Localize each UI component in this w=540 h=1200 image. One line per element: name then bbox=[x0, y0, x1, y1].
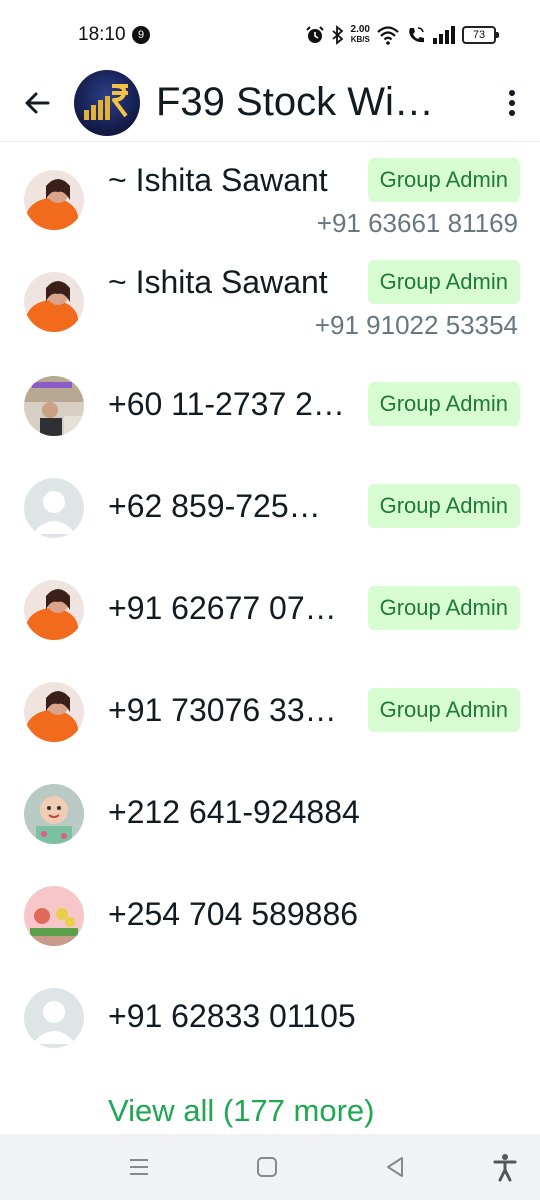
network-speed-unit: KB/S bbox=[350, 35, 370, 44]
participant-avatar[interactable] bbox=[24, 988, 84, 1048]
participant-phone: +91 91022 53354 bbox=[314, 310, 518, 340]
photo-woman-orange-avatar bbox=[24, 682, 84, 742]
participant-avatar[interactable] bbox=[24, 170, 84, 230]
battery-indicator: 73 bbox=[462, 26, 499, 44]
more-options-icon[interactable] bbox=[502, 86, 522, 120]
participant-name: +212 641-924884 bbox=[108, 794, 360, 830]
group-title[interactable]: F39 Stock Wi… bbox=[156, 80, 466, 125]
rupee-chart-icon bbox=[84, 84, 128, 120]
group-admin-badge: Group Admin bbox=[367, 688, 520, 732]
signal-icon bbox=[433, 26, 455, 44]
participant-row[interactable]: ~ Ishita Sawant Group Admin +91 91022 53… bbox=[0, 244, 540, 346]
participant-name: +91 73076 33… bbox=[108, 692, 337, 728]
photo-woman-orange-avatar bbox=[24, 272, 84, 332]
participant-list: ~ Ishita Sawant Group Admin +91 63661 81… bbox=[0, 142, 540, 1060]
status-bar: 18:10 9 2.00 KB/S 73 bbox=[0, 0, 540, 70]
participant-name: +62 859-725… bbox=[108, 488, 321, 524]
recent-apps-icon[interactable] bbox=[124, 1152, 154, 1182]
participant-avatar[interactable] bbox=[24, 272, 84, 332]
group-admin-badge: Group Admin bbox=[367, 158, 520, 202]
participant-row[interactable]: ~ Ishita Sawant Group Admin +91 63661 81… bbox=[0, 142, 540, 244]
photo-woman-orange-avatar bbox=[24, 580, 84, 640]
participant-avatar[interactable] bbox=[24, 682, 84, 742]
participant-avatar[interactable] bbox=[24, 580, 84, 640]
photo-flowers-avatar bbox=[24, 886, 84, 946]
network-speed-value: 2.00 bbox=[350, 24, 370, 35]
app-bar: F39 Stock Wi… bbox=[0, 66, 540, 142]
wifi-calling-icon bbox=[409, 27, 424, 43]
participant-avatar[interactable] bbox=[24, 376, 84, 436]
status-icons: 2.00 KB/S 73 bbox=[305, 23, 499, 47]
participant-avatar[interactable] bbox=[24, 478, 84, 538]
status-time: 18:10 bbox=[78, 24, 126, 45]
back-arrow-icon[interactable] bbox=[20, 86, 54, 120]
participant-name: ~ Ishita Sawant bbox=[108, 264, 328, 300]
participant-row[interactable]: +91 73076 33… Group Admin bbox=[0, 652, 540, 754]
group-admin-badge: Group Admin bbox=[367, 586, 520, 630]
system-nav-bar bbox=[0, 1134, 540, 1200]
participant-avatar[interactable] bbox=[24, 784, 84, 844]
view-all-link[interactable]: View all (177 more) bbox=[108, 1093, 374, 1129]
participant-name: +91 62833 01105 bbox=[108, 998, 356, 1034]
wifi-icon bbox=[377, 26, 399, 45]
participant-row[interactable]: +62 859-725… Group Admin bbox=[0, 448, 540, 550]
participant-name: +60 11-2737 2… bbox=[108, 386, 345, 422]
participant-row[interactable]: +91 62833 01105 bbox=[0, 958, 540, 1060]
alarm-icon bbox=[305, 26, 324, 43]
back-nav-icon[interactable] bbox=[380, 1152, 410, 1182]
participant-avatar[interactable] bbox=[24, 886, 84, 946]
default-person-icon bbox=[24, 988, 84, 1048]
participant-name: ~ Ishita Sawant bbox=[108, 162, 328, 198]
group-admin-badge: Group Admin bbox=[367, 260, 520, 304]
home-icon[interactable] bbox=[252, 1152, 282, 1182]
participant-phone: +91 63661 81169 bbox=[316, 208, 518, 238]
notification-count-badge: 9 bbox=[132, 26, 150, 44]
group-avatar[interactable] bbox=[74, 70, 140, 136]
photo-baby-avatar bbox=[24, 784, 84, 844]
participant-row[interactable]: +212 641-924884 bbox=[0, 754, 540, 856]
group-admin-badge: Group Admin bbox=[367, 484, 520, 528]
default-person-icon bbox=[24, 478, 84, 538]
network-speed: 2.00 KB/S bbox=[351, 25, 370, 45]
participant-name: +91 62677 07… bbox=[108, 590, 337, 626]
group-admin-badge: Group Admin bbox=[367, 382, 520, 426]
photo-woman-orange-avatar bbox=[24, 170, 84, 230]
participant-row[interactable]: +60 11-2737 2… Group Admin bbox=[0, 346, 540, 448]
participant-name: +254 704 589886 bbox=[108, 896, 359, 932]
bluetooth-icon bbox=[331, 25, 343, 45]
photo-man-room-avatar bbox=[24, 376, 84, 436]
participant-row[interactable]: +91 62677 07… Group Admin bbox=[0, 550, 540, 652]
participant-row[interactable]: +254 704 589886 bbox=[0, 856, 540, 958]
accessibility-icon[interactable] bbox=[490, 1152, 520, 1182]
